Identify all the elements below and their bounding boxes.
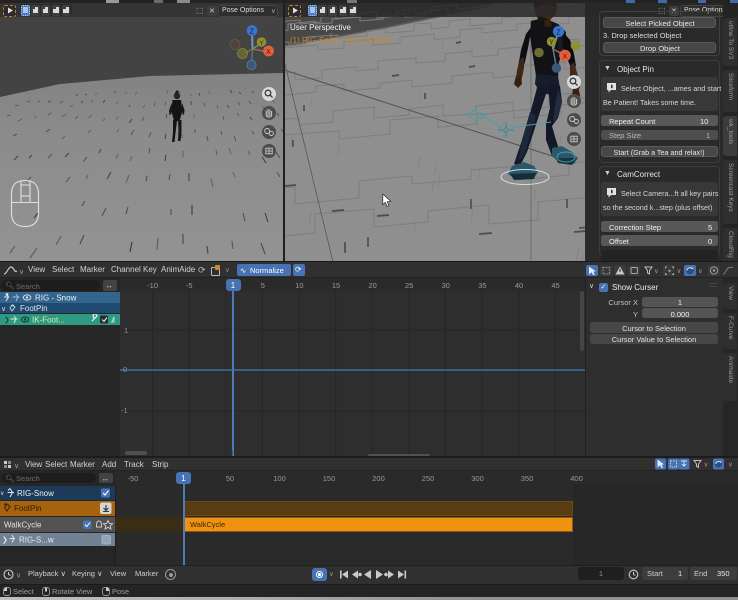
svg-text:Z: Z [556, 30, 561, 37]
svg-text:Y: Y [549, 39, 554, 46]
svg-text:∨: ∨ [14, 463, 19, 470]
svg-text:∨: ∨ [19, 269, 23, 276]
svg-text:∨: ∨ [704, 462, 709, 469]
svg-text:X: X [562, 52, 567, 61]
svg-text:X: X [266, 49, 271, 56]
svg-text:Y: Y [259, 40, 264, 47]
svg-text:IK-Foot...: IK-Foot... [32, 315, 65, 324]
svg-text:∨: ∨ [654, 268, 659, 275]
svg-text:✦: ✦ [11, 303, 15, 308]
svg-text:∨: ∨ [728, 462, 733, 469]
svg-text:FootPin: FootPin [20, 304, 48, 313]
svg-text:❯: ❯ [2, 536, 8, 544]
svg-text:RIG-S...w: RIG-S...w [19, 536, 54, 545]
svg-text:WalkCycle: WalkCycle [4, 520, 42, 529]
svg-text:∨: ∨ [0, 491, 4, 497]
svg-text:∨: ∨ [677, 268, 682, 275]
svg-text:RIG - Snow: RIG - Snow [35, 294, 77, 303]
svg-text:Z: Z [250, 28, 255, 35]
svg-text:FootPin: FootPin [14, 504, 42, 513]
svg-text:RIG-Snow: RIG-Snow [17, 489, 54, 498]
svg-text:∨: ∨ [1, 306, 6, 313]
svg-text:❯: ❯ [4, 316, 10, 324]
svg-text:∨: ∨ [16, 573, 21, 580]
svg-text:∨: ∨ [698, 268, 703, 275]
svg-text:✦: ✦ [3, 502, 7, 508]
